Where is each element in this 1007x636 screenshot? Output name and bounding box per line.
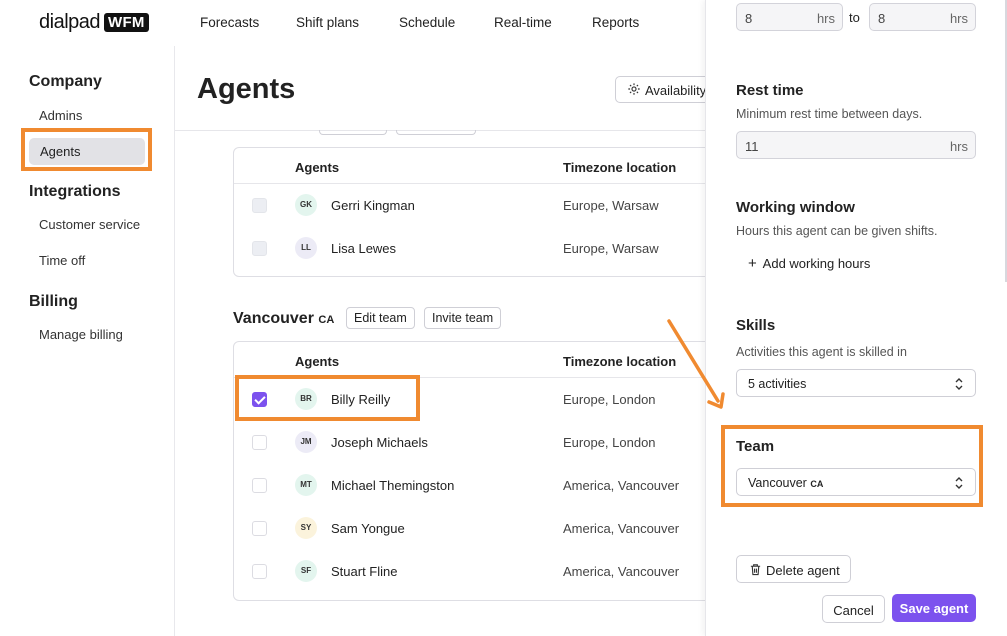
highlight-selected-agent (235, 375, 420, 421)
sidebar-item-time-off[interactable]: Time off (39, 253, 85, 268)
row-checkbox (252, 198, 267, 213)
table-header: Agents Timezone location (234, 342, 705, 378)
table-row[interactable]: LL Lisa Lewes Europe, Warsaw (234, 227, 705, 270)
top-bar: dialpad WFM Forecasts Shift plans Schedu… (0, 0, 705, 46)
chevron-up-down-icon (955, 378, 963, 390)
nav-schedule[interactable]: Schedule (399, 15, 455, 30)
hours-unit: hrs (949, 139, 968, 154)
rest-time-description: Minimum rest time between days. (736, 107, 923, 121)
agent-name: Sam Yongue (331, 521, 405, 536)
nav-real-time[interactable]: Real-time (494, 15, 552, 30)
hours-from-value: 8 (745, 11, 753, 26)
hours-unit: hrs (949, 11, 968, 26)
cancel-button[interactable]: Cancel (822, 595, 885, 623)
rest-time-title: Rest time (736, 82, 804, 99)
row-checkbox[interactable] (252, 435, 267, 450)
table-row[interactable]: MT Michael Themingston America, Vancouve… (234, 464, 705, 507)
annotation-arrow (667, 319, 725, 409)
row-checkbox[interactable] (252, 564, 267, 579)
sidebar-heading-billing: Billing (29, 293, 78, 310)
agent-timezone: America, Vancouver (563, 564, 680, 579)
nav-shift-plans[interactable]: Shift plans (296, 15, 359, 30)
invite-team-button[interactable]: Invite team (424, 307, 502, 329)
sidebar-item-customer-service[interactable]: Customer service (39, 217, 140, 232)
agent-timezone: Europe, London (563, 435, 656, 450)
page-title: Agents (197, 73, 296, 105)
hours-unit: hrs (816, 11, 835, 26)
nav-forecasts[interactable]: Forecasts (200, 15, 259, 30)
working-window-title: Working window (736, 199, 855, 216)
table-row[interactable]: JM Joseph Michaels Europe, London (234, 421, 705, 464)
avatar: SY (295, 517, 317, 539)
edit-agent-panel: 8 hrs to 8 hrs Rest time Minimum rest ti… (705, 0, 1007, 636)
agents-main: Agents Availability Agents Timezone loca… (175, 46, 705, 636)
team-title: Vancouver CA (233, 310, 334, 328)
team-country: CA (318, 314, 335, 326)
delete-agent-button[interactable]: Delete agent (736, 555, 851, 583)
skills-title: Skills (736, 317, 776, 334)
hours-to-value: 8 (878, 11, 886, 26)
avatar: GK (295, 194, 317, 216)
edit-team-button[interactable]: Edit team (346, 307, 415, 329)
plus-icon: + (748, 255, 757, 272)
agent-name: Stuart Fline (331, 564, 398, 579)
table-row[interactable]: SY Sam Yongue America, Vancouver (234, 507, 705, 550)
agent-timezone: America, Vancouver (563, 521, 680, 536)
highlight-team-field (721, 425, 983, 507)
app-root: dialpad WFM Forecasts Shift plans Schedu… (0, 0, 1007, 636)
delete-agent-label: Delete agent (766, 563, 840, 578)
skills-select[interactable]: 5 activities (736, 369, 976, 397)
highlight-agents-nav (21, 128, 152, 171)
sidebar-heading-company: Company (29, 73, 102, 90)
agent-timezone: Europe, London (563, 392, 656, 407)
brand-badge: WFM (104, 13, 149, 32)
avatar: LL (295, 237, 317, 259)
rest-time-input[interactable]: 11 hrs (736, 131, 976, 159)
skills-value: 5 activities (748, 377, 807, 391)
column-timezone: Timezone location (563, 160, 677, 175)
skills-description: Activities this agent is skilled in (736, 345, 907, 359)
avatar: MT (295, 474, 317, 496)
add-working-hours-button[interactable]: + Add working hours (748, 255, 870, 272)
sidebar-heading-integrations: Integrations (29, 183, 121, 200)
trash-icon (750, 564, 761, 576)
agent-name: Michael Themingston (331, 478, 455, 493)
working-window-description: Hours this agent can be given shifts. (736, 224, 938, 238)
row-checkbox (252, 241, 267, 256)
table-row[interactable]: GK Gerri Kingman Europe, Warsaw (234, 184, 705, 227)
avatar: JM (295, 431, 317, 453)
agent-name: Lisa Lewes (331, 241, 397, 256)
nav-reports[interactable]: Reports (592, 15, 639, 30)
gear-icon (628, 83, 640, 95)
table-row[interactable]: SF Stuart Fline America, Vancouver (234, 550, 705, 593)
agent-name: Gerri Kingman (331, 198, 415, 213)
team-button-stub[interactable] (319, 130, 387, 135)
sidebar-item-manage-billing[interactable]: Manage billing (39, 327, 123, 342)
agent-name: Joseph Michaels (331, 435, 428, 450)
sidebar-item-admins[interactable]: Admins (39, 108, 82, 123)
avatar: SF (295, 560, 317, 582)
team-name: Vancouver (233, 310, 314, 327)
to-label: to (849, 10, 860, 25)
row-checkbox[interactable] (252, 478, 267, 493)
brand-name: dialpad (39, 11, 101, 33)
team-button-stub[interactable] (396, 130, 476, 135)
team-card: Agents Timezone location GK Gerri Kingma… (233, 147, 705, 277)
brand-logo[interactable]: dialpad WFM (39, 11, 149, 34)
column-agents: Agents (295, 160, 340, 175)
agent-timezone: Europe, Warsaw (563, 241, 659, 256)
add-working-hours-label: Add working hours (762, 256, 871, 271)
save-agent-button[interactable]: Save agent (892, 594, 976, 622)
agent-timezone: Europe, Warsaw (563, 198, 659, 213)
availability-label: Availability (645, 83, 705, 98)
column-agents: Agents (295, 354, 340, 369)
table-header: Agents Timezone location (234, 148, 705, 184)
rest-time-value: 11 (745, 139, 759, 154)
availability-button[interactable]: Availability (615, 76, 705, 103)
row-checkbox[interactable] (252, 521, 267, 536)
agent-timezone: America, Vancouver (563, 478, 680, 493)
hours-to-input[interactable]: 8 hrs (869, 3, 976, 31)
hours-from-input[interactable]: 8 hrs (736, 3, 843, 31)
